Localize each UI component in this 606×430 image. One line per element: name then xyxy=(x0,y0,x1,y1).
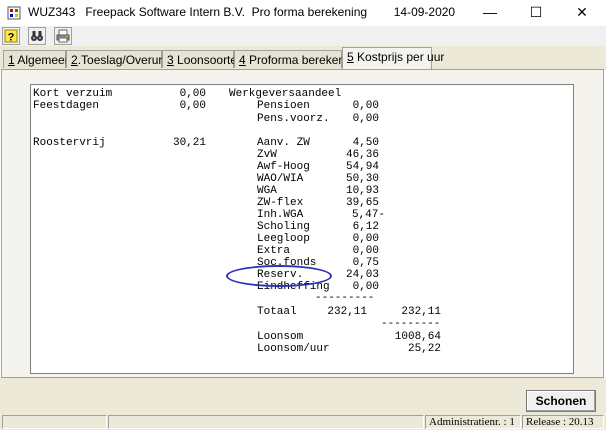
label-loonsom: Loonsom xyxy=(257,331,304,343)
app-icon xyxy=(7,6,21,20)
label-zvw: ZvW xyxy=(257,149,277,161)
label-wao-wia: WAO/WIA xyxy=(257,173,304,185)
label-scholing: Scholing xyxy=(257,221,310,233)
value-extra: 0,00 xyxy=(352,245,379,257)
tab-loonsoorten[interactable]: 3 Loonsoorten xyxy=(162,50,244,68)
value-pensioen: 0,00 xyxy=(352,100,379,112)
value-soc-fonds: 0,75 xyxy=(352,257,379,269)
value-roostervrij: 30,21 xyxy=(172,137,206,149)
label-totaal: Totaal xyxy=(257,306,297,318)
status-panel-1 xyxy=(2,415,107,429)
label-pensioen: Pensioen xyxy=(257,100,310,112)
maximize-button[interactable]: ☐ xyxy=(513,0,559,26)
value-scholing: 6,12 xyxy=(352,221,379,233)
value-totaal-2: 232,11 xyxy=(401,306,441,318)
value-pens-voorz: 0,00 xyxy=(352,113,379,125)
section-header: Werkgeversaandeel xyxy=(229,88,342,100)
binoculars-icon xyxy=(31,31,43,41)
toolbar: ? xyxy=(0,26,606,46)
annotation-circle xyxy=(226,265,332,287)
printer-icon xyxy=(56,29,70,43)
tab-proforma-berekening[interactable]: 4 Proforma berekening xyxy=(234,50,361,68)
label-roostervrij: Roostervrij xyxy=(33,137,106,149)
label-leegloop: Leegloop xyxy=(257,233,310,245)
window-title: WUZ343 Freepack Software Intern B.V. Pro… xyxy=(28,5,456,19)
value-zw-flex: 39,65 xyxy=(345,197,379,209)
tab-strip: 1 Algemeen 2.Toeslag/Overuren 3 Loonsoor… xyxy=(0,46,606,70)
help-icon: ? xyxy=(4,29,18,44)
label-pens-voorz: Pens.voorz. xyxy=(257,113,330,125)
label-inh-wga: Inh.WGA xyxy=(257,209,304,221)
svg-text:?: ? xyxy=(8,32,15,44)
report-area: Kort verzuim 0,00 Feestdagen 0,00 Rooste… xyxy=(30,84,574,374)
label-kort-verzuim: Kort verzuim xyxy=(33,88,113,100)
status-bar: Administratienr. : 1 Release : 20.13 xyxy=(0,414,606,430)
status-release: Release : 20.13 xyxy=(522,415,604,429)
separator-line: --------- xyxy=(315,292,375,304)
label-feestdagen: Feestdagen xyxy=(33,100,100,112)
value-reserv: 24,03 xyxy=(345,269,379,281)
status-administratie: Administratienr. : 1 xyxy=(425,415,521,429)
label-aanv-zw: Aanv. ZW xyxy=(257,137,310,149)
value-awf-hoog: 54,94 xyxy=(345,161,379,173)
value-zvw: 46,36 xyxy=(345,149,379,161)
value-feestdagen: 0,00 xyxy=(179,100,206,112)
minimize-button[interactable]: — xyxy=(467,0,513,26)
value-totaal-1: 232,11 xyxy=(327,306,367,318)
value-leegloop: 0,00 xyxy=(352,233,379,245)
label-extra: Extra xyxy=(257,245,291,257)
status-panel-2 xyxy=(108,415,424,429)
help-button[interactable]: ? xyxy=(2,27,20,45)
value-aanv-zw: 4,50 xyxy=(352,137,379,149)
title-bar: WUZ343 Freepack Software Intern B.V. Pro… xyxy=(0,0,606,26)
label-loonsom-uur: Loonsom/uur xyxy=(257,343,330,355)
label-zw-flex: ZW-flex xyxy=(257,197,304,209)
print-button[interactable] xyxy=(54,27,72,45)
label-awf-hoog: Awf-Hoog xyxy=(257,161,310,173)
value-kort-verzuim: 0,00 xyxy=(179,88,206,100)
button-bar xyxy=(0,378,606,414)
separator-line: --------- xyxy=(381,318,441,330)
label-wga: WGA xyxy=(257,185,277,197)
search-button[interactable] xyxy=(28,27,46,45)
tab-toeslag-overuren[interactable]: 2.Toeslag/Overuren xyxy=(66,50,176,68)
value-inh-wga: 5,47- xyxy=(351,209,385,221)
tab-algemeen[interactable]: 1 Algemeen xyxy=(3,50,71,68)
value-loonsom: 1008,64 xyxy=(394,331,441,343)
tab-kostprijs-per-uur[interactable]: 5 Kostprijs per uur xyxy=(342,47,444,69)
value-wao-wia: 50,30 xyxy=(345,173,379,185)
close-button[interactable]: ✕ xyxy=(559,0,605,26)
value-wga: 10,93 xyxy=(345,185,379,197)
schonen-button[interactable]: Schonen xyxy=(526,390,596,412)
value-loonsom-uur: 25,22 xyxy=(407,343,441,355)
